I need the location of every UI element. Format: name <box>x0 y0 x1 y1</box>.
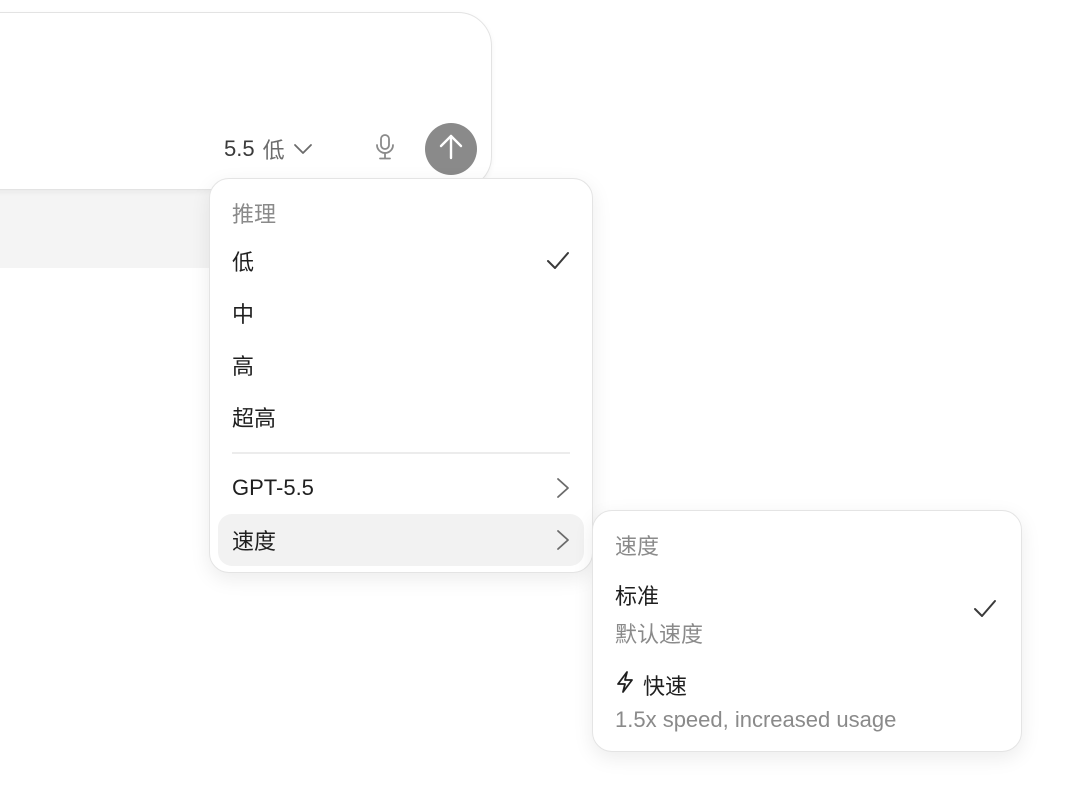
checkmark-icon <box>546 251 570 271</box>
microphone-button[interactable] <box>371 133 399 166</box>
chevron-right-icon <box>556 529 570 551</box>
chevron-right-icon <box>556 477 570 499</box>
model-selector-button[interactable]: 5.5 低 <box>224 134 313 164</box>
lightning-icon <box>615 670 635 700</box>
speed-menu-header: 速度 <box>615 534 660 559</box>
option-label: 高 <box>232 354 255 379</box>
menu-divider <box>232 452 570 454</box>
speed-item-label: 速度 <box>232 529 277 554</box>
speed-option-fast[interactable]: 快速 1.5x speed, increased usage <box>603 669 1011 739</box>
model-item-label: GPT-5.5 <box>232 475 314 500</box>
chevron-down-icon <box>293 143 313 155</box>
option-label: 中 <box>232 302 255 327</box>
speed-option-standard[interactable]: 标准 默认速度 <box>603 579 1011 649</box>
reasoning-option-high[interactable]: 高 <box>218 339 584 391</box>
fast-description: 1.5x speed, increased usage <box>615 707 897 732</box>
standard-title: 标准 <box>615 584 660 609</box>
reasoning-option-low[interactable]: 低 <box>218 235 584 287</box>
standard-description: 默认速度 <box>615 622 704 647</box>
model-version: 5.5 <box>224 136 255 161</box>
reasoning-menu: 推理 低 中 高 超高 GPT-5.5 速度 <box>209 178 593 573</box>
model-submenu-item[interactable]: GPT-5.5 <box>218 462 584 514</box>
microphone-icon <box>374 133 396 166</box>
option-label: 低 <box>232 250 255 275</box>
background-panel <box>0 186 232 268</box>
arrow-up-icon <box>438 133 464 166</box>
reasoning-option-extra-high[interactable]: 超高 <box>218 391 584 443</box>
checkmark-icon <box>973 599 997 624</box>
model-effort: 低 <box>262 138 285 163</box>
speed-menu: 速度 标准 默认速度 快速 1.5x speed, increased usag… <box>592 510 1022 752</box>
fast-title: 快速 <box>643 674 688 699</box>
option-label: 超高 <box>232 406 277 431</box>
reasoning-option-medium[interactable]: 中 <box>218 287 584 339</box>
send-button[interactable] <box>425 123 477 175</box>
speed-submenu-item[interactable]: 速度 <box>218 514 584 566</box>
reasoning-menu-header: 推理 <box>232 202 277 227</box>
